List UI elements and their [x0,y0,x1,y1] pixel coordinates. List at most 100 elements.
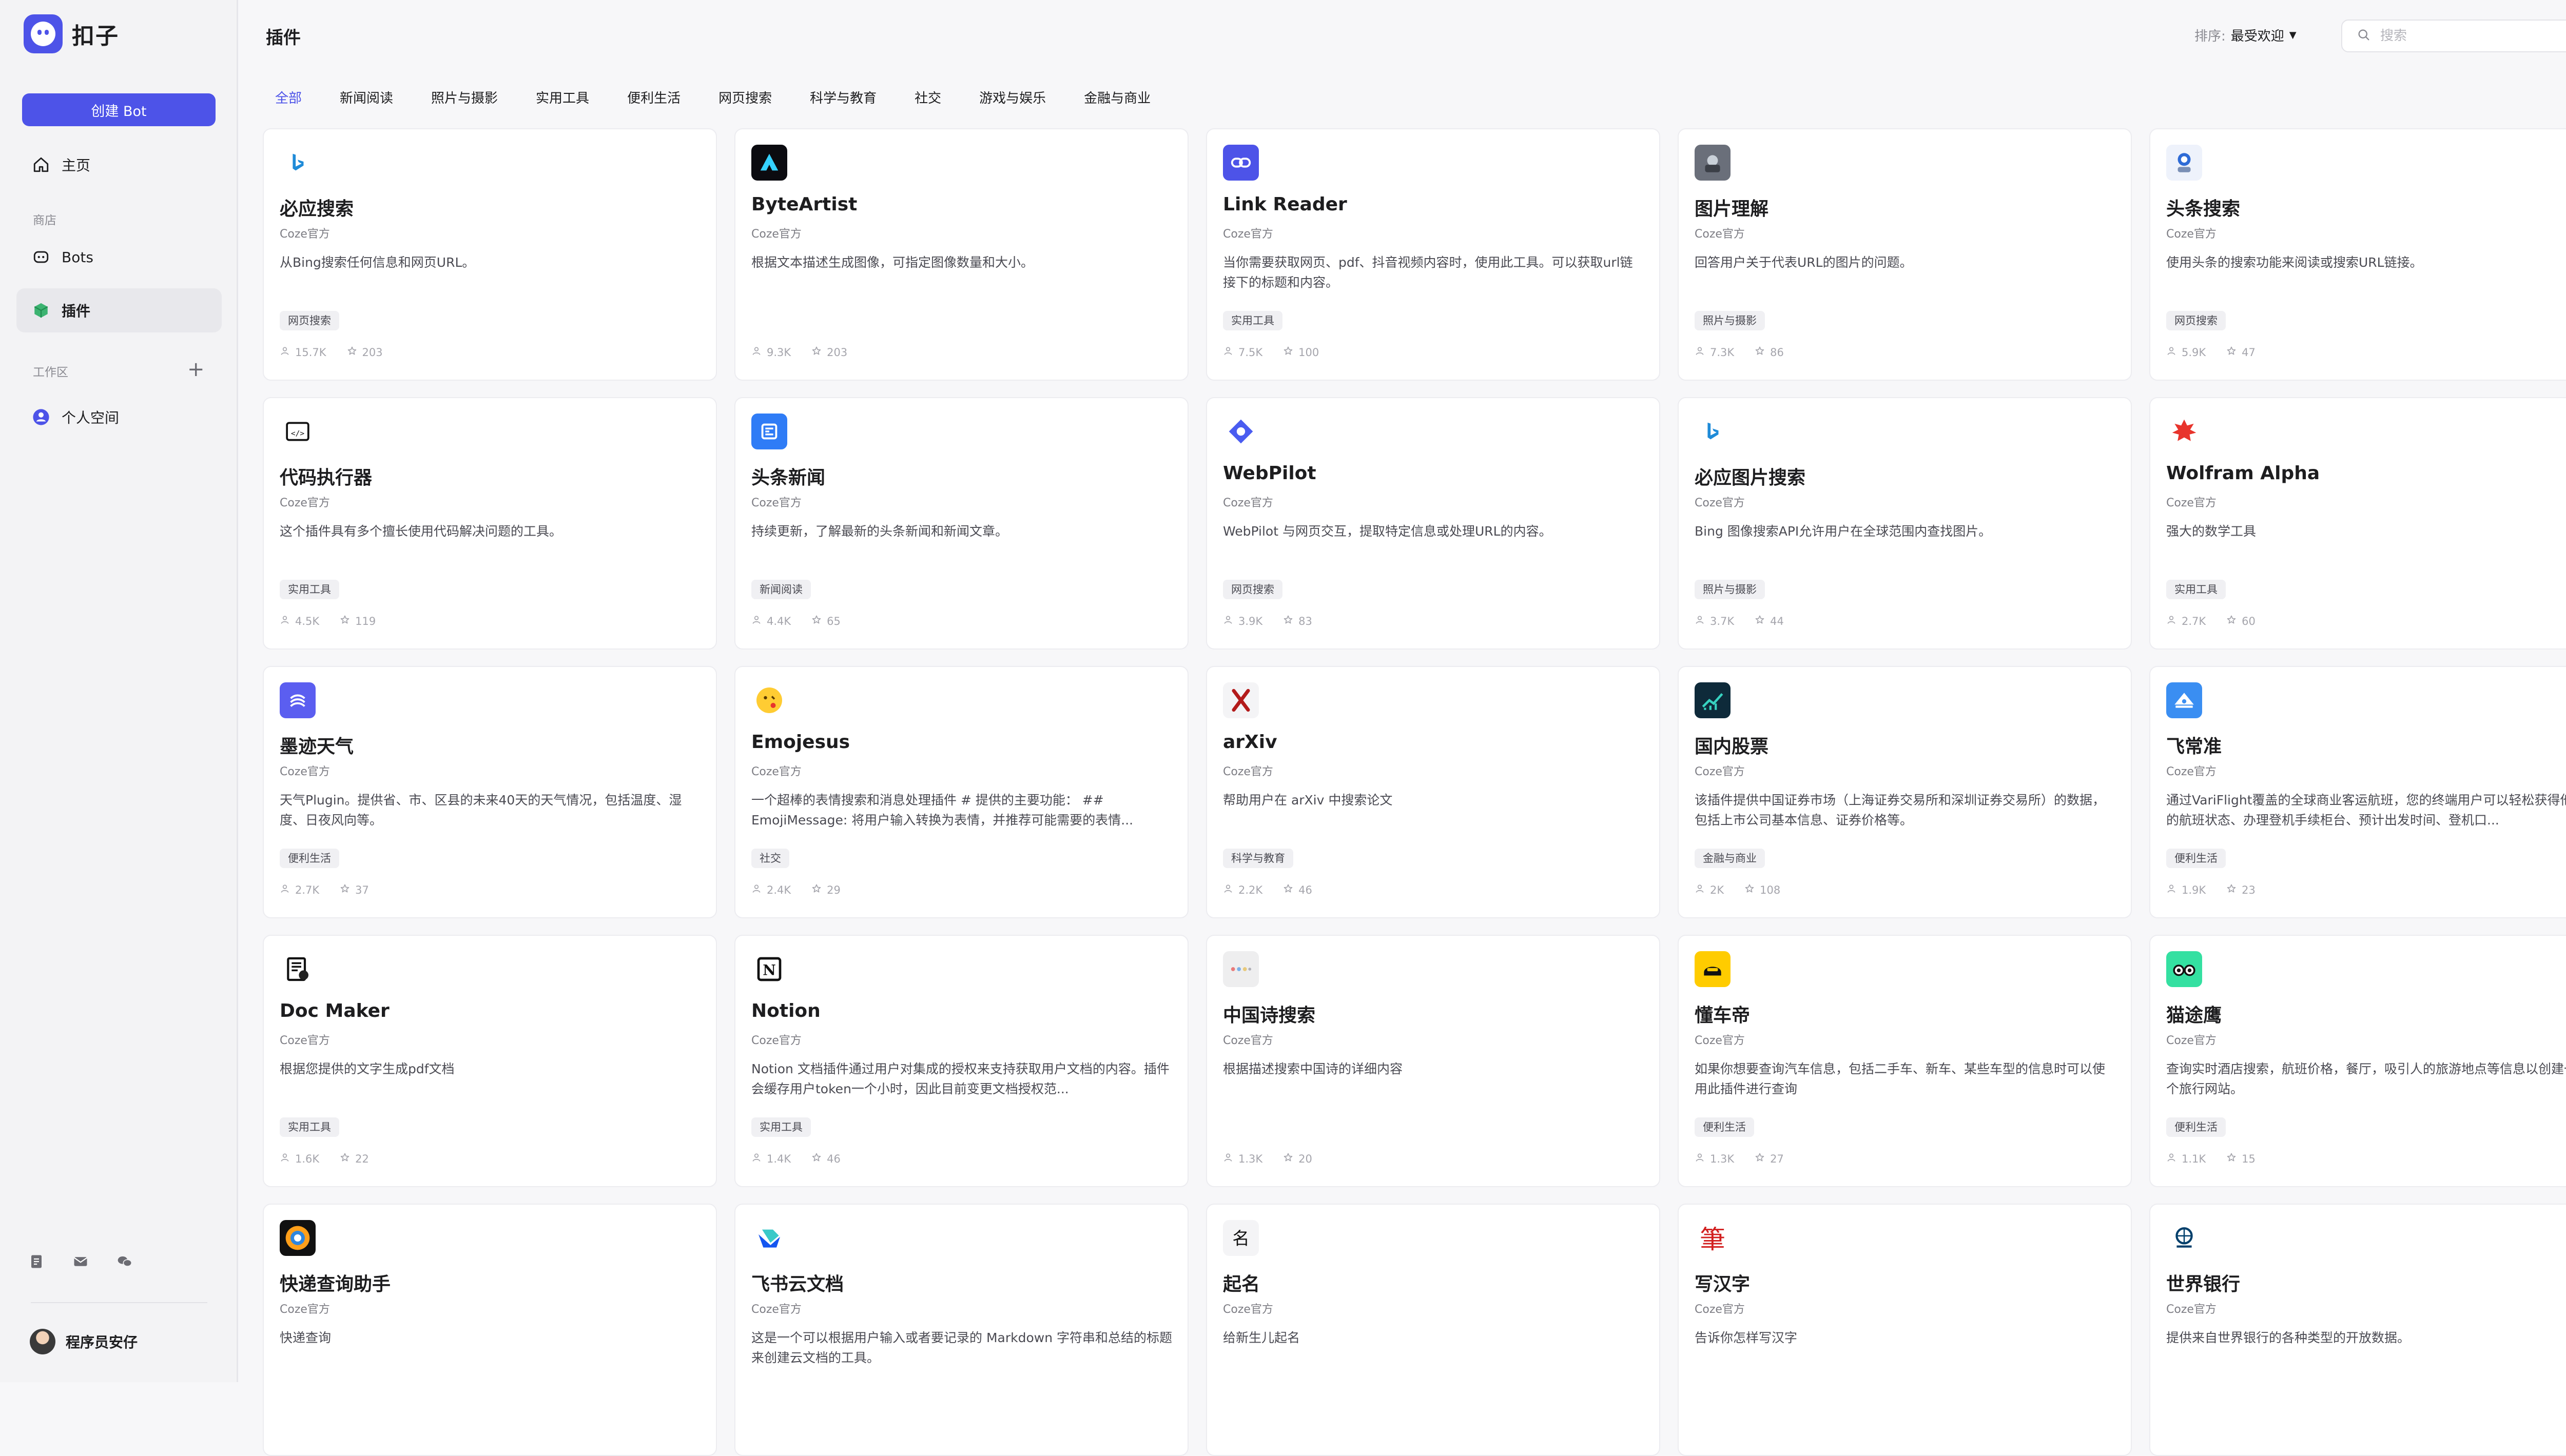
user-icon [1695,1152,1705,1165]
plugin-card[interactable]: 世界银行 Coze官方 提供来自世界银行的各种类型的开放数据。 [2149,1204,2566,1456]
plugin-stars-count: 47 [2242,346,2256,359]
sidebar-item-bots[interactable]: Bots [16,235,222,279]
sidebar-item-label: 插件 [62,303,91,320]
plugin-category-tag: 便利生活 [2166,1117,2226,1137]
plugin-card[interactable]: Doc Maker Coze官方 根据您提供的文字生成pdf文档 实用工具 1.6… [263,935,717,1187]
add-workspace-icon[interactable]: + [187,359,205,380]
plugin-author: Coze官方 [1695,228,1745,241]
plugin-card[interactable]: 猫途鹰 Coze官方 查询实时酒店搜索，航班价格，餐厅，吸引人的旅游地点等信息以… [2149,935,2566,1187]
plugin-description: 当你需要获取网页、pdf、抖音视频内容时，使用此工具。可以获取url链接下的标题… [1223,255,1633,290]
svg-text:筆: 筆 [1700,1225,1725,1253]
plugin-stars-count: 23 [2242,883,2256,896]
svg-text:N: N [763,962,776,979]
tab-web-search[interactable]: 网页搜索 [706,88,784,109]
mail-icon[interactable] [72,1253,89,1270]
plugin-card[interactable]: 飞常准 Coze官方 通过VariFlight覆盖的全球商业客运航班，您的终端用… [2149,666,2566,918]
flight-icon [2166,682,2202,718]
tab-all[interactable]: 全部 [266,88,314,109]
tab-news[interactable]: 新闻阅读 [327,88,405,109]
plugin-card[interactable]: WebPilot Coze官方 WebPilot 与网页交互，提取特定信息或处理… [1206,397,1660,650]
plugin-description: 回答用户关于代表URL的图片的问题。 [1695,255,1913,270]
plugin-card[interactable]: 国内股票 Coze官方 该插件提供中国证券市场（上海证券交易所和深圳证券交易所）… [1678,666,2132,918]
link-icon [1223,145,1259,181]
sidebar-item-plugins[interactable]: 插件 [16,288,222,332]
plugin-card[interactable]: </> 代码执行器 Coze官方 这个插件具有多个擅长使用代码解决问题的工具。实… [263,397,717,650]
plugin-card[interactable]: 图片理解 Coze官方 回答用户关于代表URL的图片的问题。 照片与摄影 7.3K… [1678,128,2132,381]
plugin-stars-count: 27 [1770,1152,1784,1165]
search-input[interactable] [2379,28,2566,44]
sort-dropdown[interactable]: 排序: 最受欢迎 ▼ [2194,26,2297,45]
plugin-stats: 2.4K 29 [751,883,841,896]
plugin-stars-count: 86 [1770,346,1784,359]
document-icon[interactable] [28,1253,45,1270]
plugin-card[interactable]: arXiv Coze官方 帮助用户在 arXiv 中搜索论文 科学与教育 2.2K… [1206,666,1660,918]
plugin-card[interactable]: 名 起名 Coze官方 给新生儿起名 [1206,1204,1660,1456]
star-icon [340,883,350,896]
coze-logo-icon [24,14,63,53]
toutiao-search-icon [2166,145,2202,181]
tab-games[interactable]: 游戏与娱乐 [967,88,1058,109]
plugin-stars-count: 20 [1298,1152,1312,1165]
plugin-card[interactable]: 中国诗搜索 Coze官方 根据描述搜索中国诗的详细内容 1.3K 20 [1206,935,1660,1187]
plugin-card[interactable]: 筆 写汉字 Coze官方 告诉你怎样写汉字 [1678,1204,2132,1456]
tab-science[interactable]: 科学与教育 [798,88,889,109]
plugin-users-count: 2K [1710,883,1724,896]
svg-text:名: 名 [1232,1229,1249,1249]
sidebar-item-personal-space[interactable]: 个人空间 [16,395,222,439]
person-avatar-icon [32,408,50,426]
plugin-users-count: 4.5K [295,615,320,627]
plugin-card[interactable]: 飞书云文档 Coze官方 这是一个可以根据用户输入或者要记录的 Markdown… [734,1204,1189,1456]
tab-life[interactable]: 便利生活 [615,88,693,109]
tab-social[interactable]: 社交 [902,88,954,109]
create-bot-button[interactable]: 创建 Bot [22,93,216,126]
car-icon [1695,951,1731,987]
tab-photo[interactable]: 照片与摄影 [419,88,510,109]
user-profile[interactable]: 程序员安仔 [30,1329,138,1354]
plugin-description: 给新生儿起名 [1223,1330,1300,1345]
plugin-card[interactable]: N Notion Coze官方 Notion 文档插件通过用户对集成的授权来支持… [734,935,1189,1187]
plugin-card[interactable]: 头条搜索 Coze官方 使用头条的搜索功能来阅读或搜索URL链接。 网页搜索 5.… [2149,128,2566,381]
plugin-card[interactable]: 头条新闻 Coze官方 持续更新，了解最新的头条新闻和新闻文章。 新闻阅读 4.4… [734,397,1189,650]
plugin-description: 这是一个可以根据用户输入或者要记录的 Markdown 字符串和总结的标题来创建… [751,1330,1172,1365]
feishu-doc-icon [751,1220,787,1256]
plugin-card[interactable]: 懂车帝 Coze官方 如果你想要查询汽车信息，包括二手车、新车、某些车型的信息时… [1678,935,2132,1187]
plugin-card[interactable]: 必应搜索 Coze官方 从Bing搜索任何信息和网页URL。 网页搜索 15.7K… [263,128,717,381]
plugin-title: 墨迹天气 [280,736,354,757]
plugin-card[interactable]: Emojesus Coze官方 一个超棒的表情搜索和消息处理插件 # 提供的主要… [734,666,1189,918]
bot-icon [32,248,50,266]
weather-icon [280,682,316,718]
tab-tools[interactable]: 实用工具 [523,88,601,109]
plugin-author: Coze官方 [2166,1034,2217,1047]
plugin-author: Coze官方 [280,765,330,778]
user-icon [751,346,762,359]
plugin-card[interactable]: 快递查询助手 Coze官方 快递查询 [263,1204,717,1456]
plugin-card[interactable]: 必应图片搜索 Coze官方 Bing 图像搜索API允许用户在全球范围内查找图片… [1678,397,2132,650]
plugin-title: 头条新闻 [751,467,826,488]
plugin-card[interactable]: Link Reader Coze官方 当你需要获取网页、pdf、抖音视频内容时，… [1206,128,1660,381]
plugin-users-count: 1.3K [1710,1152,1735,1165]
user-icon [1695,883,1705,896]
wolfram-icon [2166,414,2202,449]
user-icon [2166,615,2176,627]
plugin-title: 飞常准 [2166,736,2222,757]
plugin-stats: 7.5K 100 [1223,346,1319,359]
plugin-author: Coze官方 [2166,228,2217,241]
user-icon [751,1152,762,1165]
plugin-title: Wolfram Alpha [2166,463,2320,484]
plugin-description: 快递查询 [280,1330,332,1345]
tab-finance[interactable]: 金融与商业 [1072,88,1163,109]
plugin-title: 快递查询助手 [280,1274,391,1295]
sidebar-item-home[interactable]: 主页 [16,143,222,187]
wechat-icon[interactable] [116,1253,133,1270]
star-icon [1283,615,1293,627]
plugin-card[interactable]: 墨迹天气 Coze官方 天气Plugin。提供省、市、区县的未来40天的天气情况… [263,666,717,918]
plugin-users-count: 9.3K [767,346,791,359]
plugin-author: Coze官方 [1223,497,1273,509]
star-icon [340,1152,350,1165]
search-box[interactable] [2341,19,2566,52]
app-logo[interactable]: 扣子 [24,14,119,53]
user-icon [2166,1152,2176,1165]
plugin-card[interactable]: ByteArtist Coze官方 根据文本描述生成图像，可指定图像数量和大小。… [734,128,1189,381]
plugin-card[interactable]: Wolfram Alpha Coze官方 强大的数学工具 实用工具 2.7K 60 [2149,397,2566,650]
plugin-description: 告诉你怎样写汉字 [1695,1330,1798,1345]
